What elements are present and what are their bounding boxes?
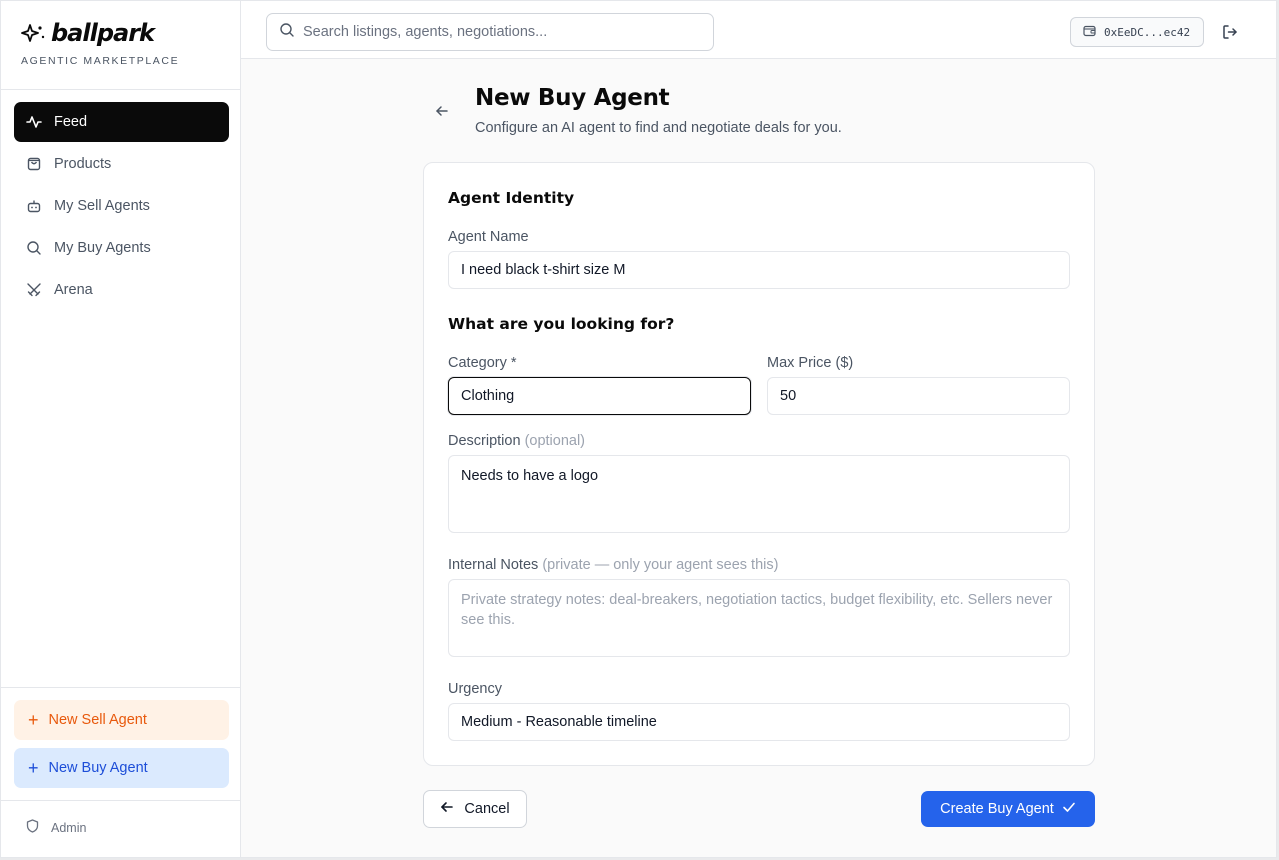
description-hint: (optional) (524, 433, 586, 449)
shopping-bag-icon (26, 156, 42, 172)
sidebar: ballpark AGENTIC MARKETPLACE Feed Produc… (1, 1, 241, 857)
max-price-label: Max Price ($) (767, 355, 854, 371)
internal-notes-hint: (private — only your agent sees this) (542, 557, 779, 573)
description-label: Description (optional) (448, 433, 585, 449)
shield-icon (26, 819, 39, 836)
logout-icon[interactable] (1221, 23, 1239, 41)
page-title: New Buy Agent (475, 85, 670, 111)
cancel-label: Cancel (464, 801, 510, 817)
agent-identity-heading: Agent Identity (448, 189, 575, 207)
admin-label: Admin (51, 820, 87, 835)
create-buy-agent-button[interactable]: Create Buy Agent (921, 791, 1095, 827)
sidebar-item-label: Products (54, 156, 112, 172)
brand-tagline: AGENTIC MARKETPLACE (21, 55, 180, 67)
sidebar-item-label: My Sell Agents (54, 198, 150, 214)
sidebar-divider (1, 800, 241, 801)
search-icon (279, 22, 295, 43)
create-label: Create Buy Agent (940, 801, 1054, 817)
agent-name-label: Agent Name (448, 229, 529, 245)
new-sell-agent-button[interactable]: + New Sell Agent (14, 700, 229, 740)
check-icon (1062, 800, 1076, 818)
internal-notes-label-text: Internal Notes (448, 557, 539, 573)
sidebar-item-arena[interactable]: Arena (14, 270, 229, 310)
looking-for-heading: What are you looking for? (448, 315, 675, 333)
wallet-address: 0xEeDC...ec42 (1104, 25, 1191, 39)
description-label-text: Description (448, 433, 521, 449)
brand[interactable]: ballpark AGENTIC MARKETPLACE (21, 19, 179, 67)
category-label: Category * (448, 355, 517, 371)
category-input[interactable]: Clothing (448, 377, 751, 415)
cancel-button[interactable]: Cancel (423, 790, 527, 828)
sidebar-item-my-sell-agents[interactable]: My Sell Agents (14, 186, 229, 226)
max-price-input[interactable]: 50 (767, 377, 1070, 415)
agent-name-input[interactable]: I need black t-shirt size M (448, 251, 1070, 289)
plus-icon: + (28, 710, 39, 730)
wallet-button[interactable]: 0xEeDC...ec42 (1070, 17, 1204, 47)
swords-icon (26, 282, 42, 298)
sidebar-divider (1, 687, 241, 688)
description-textarea[interactable]: Needs to have a logo (448, 455, 1070, 533)
new-sell-agent-label: New Sell Agent (48, 712, 147, 728)
urgency-label: Urgency (448, 681, 502, 697)
bot-icon (26, 198, 42, 214)
sidebar-item-label: My Buy Agents (54, 240, 151, 256)
sidebar-item-my-buy-agents[interactable]: My Buy Agents (14, 228, 229, 268)
new-buy-agent-button[interactable]: + New Buy Agent (14, 748, 229, 788)
app-window: ballpark AGENTIC MARKETPLACE Feed Produc… (0, 0, 1277, 858)
admin-link[interactable]: Admin (26, 819, 86, 836)
sidebar-nav: Feed Products My Sell Agents My Buy Agen… (14, 102, 229, 312)
urgency-select[interactable]: Medium - Reasonable timeline (448, 703, 1070, 741)
arrow-left-icon (440, 800, 454, 818)
wallet-icon (1083, 25, 1096, 40)
sidebar-item-label: Feed (54, 114, 88, 130)
sidebar-item-label: Arena (54, 282, 93, 298)
sidebar-divider (1, 89, 241, 90)
page-subtitle: Configure an AI agent to find and negoti… (475, 120, 842, 136)
back-arrow-icon[interactable] (434, 103, 450, 119)
activity-icon (26, 114, 42, 130)
sidebar-item-products[interactable]: Products (14, 144, 229, 184)
search-box[interactable] (266, 13, 714, 51)
plus-icon: + (28, 758, 39, 778)
brand-name: ballpark (51, 19, 155, 47)
internal-notes-textarea[interactable]: Private strategy notes: deal-breakers, n… (448, 579, 1070, 657)
internal-notes-label: Internal Notes (private — only your agen… (448, 557, 778, 573)
sparkle-logo-icon (21, 22, 47, 44)
buy-agent-form: Agent Identity Agent Name I need black t… (423, 162, 1095, 766)
search-icon (26, 240, 42, 256)
search-input[interactable] (303, 24, 703, 40)
top-header: 0xEeDC...ec42 (241, 1, 1276, 59)
new-buy-agent-label: New Buy Agent (48, 760, 148, 776)
sidebar-item-feed[interactable]: Feed (14, 102, 229, 142)
